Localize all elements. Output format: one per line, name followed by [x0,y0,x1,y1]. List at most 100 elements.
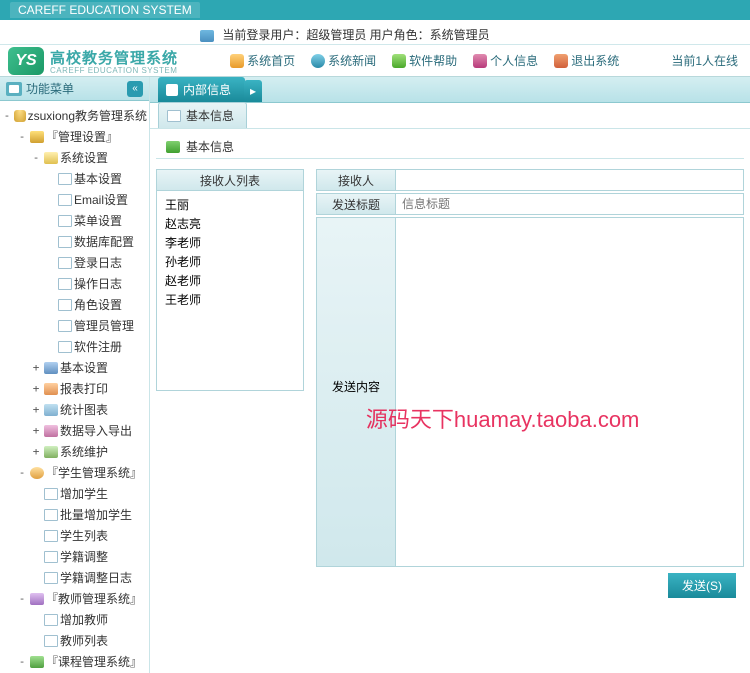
page-icon [58,194,72,206]
page-icon [166,84,178,96]
nav-news[interactable]: 系统新闻 [311,52,376,69]
logo-title: 高校教务管理系统 [50,50,178,67]
tree-leaf[interactable]: 批量增加学生 [2,504,147,525]
page-icon [58,257,72,269]
menu-icon [6,82,22,96]
tab-bar: 内部信息 ▸ [150,77,750,103]
tree-sys-settings[interactable]: -系统设置 [2,147,147,168]
page-icon [58,341,72,353]
tree-report-print[interactable]: +报表打印 [2,378,147,399]
nav-home[interactable]: 系统首页 [230,52,295,69]
body-textarea[interactable] [396,217,744,567]
content-area: 内部信息 ▸ 基本信息 基本信息 接收人列表 王丽 赵志亮 李老师 孙老师 赵老… [150,77,750,673]
body-label: 发送内容 [316,217,396,567]
page-icon [58,320,72,332]
sidebar-collapse-button[interactable]: « [127,81,143,97]
header: YS 高校教务管理系统 CAREFF EDUCATION SYSTEM 系统首页… [0,45,750,77]
recipient-item[interactable]: 李老师 [165,233,295,252]
page-icon [58,278,72,290]
to-input[interactable] [396,169,744,191]
recipient-item[interactable]: 赵老师 [165,271,295,290]
browser-tab-bar: CAREFF EDUCATION SYSTEM [0,0,750,20]
nav-exit[interactable]: 退出系统 [554,52,619,69]
nav-profile[interactable]: 个人信息 [473,52,538,69]
logo-area: YS 高校教务管理系统 CAREFF EDUCATION SYSTEM [8,47,178,75]
page-icon [44,614,58,626]
tree-course-mgmt[interactable]: -『课程管理系统』 [2,651,147,672]
subject-input[interactable] [396,193,744,215]
page-icon [58,299,72,311]
help-icon [392,54,406,68]
tree-leaf[interactable]: 管理员管理 [2,315,147,336]
nav-links: 系统首页 系统新闻 软件帮助 个人信息 退出系统 [178,52,671,69]
tree-leaf[interactable]: 基本设置 [2,168,147,189]
subtab-basic-info[interactable]: 基本信息 [158,102,247,128]
course-icon [30,656,44,668]
page-icon [44,572,58,584]
tree-leaf[interactable]: 角色设置 [2,294,147,315]
tree-mgmt-settings[interactable]: -『管理设置』 [2,126,147,147]
recipient-item[interactable]: 王老师 [165,290,295,309]
print-icon [44,383,58,395]
globe-icon [311,54,325,68]
page-icon [44,488,58,500]
browser-tab-title: CAREFF EDUCATION SYSTEM [10,2,200,18]
logo-subtitle: CAREFF EDUCATION SYSTEM [50,66,178,75]
tree-leaf[interactable]: 数据库配置 [2,231,147,252]
database-icon [14,110,26,122]
tab-corner: ▸ [244,80,262,102]
tab-internal-info[interactable]: 内部信息 [158,77,245,102]
section-title: 基本信息 [156,135,744,159]
nav-tree: -zsuxiong教务管理系统 -『管理设置』 -系统设置 基本设置 Email… [0,101,149,673]
online-count: 当前1人在线 [671,52,742,69]
login-info-text: 当前登录用户：超级管理员 用户角色：系统管理员 [222,28,489,42]
tree-base-settings[interactable]: +基本设置 [2,357,147,378]
sidebar-title: 功能菜单 [26,80,74,97]
tree-leaf[interactable]: 教师列表 [2,630,147,651]
tree-stat-chart[interactable]: +统计图表 [2,399,147,420]
logo-mark: YS [8,47,44,75]
info-icon [200,30,214,42]
recipient-list-header: 接收人列表 [156,169,304,191]
recipient-item[interactable]: 赵志亮 [165,214,295,233]
teacher-icon [30,593,44,605]
tree-leaf[interactable]: 增加教师 [2,609,147,630]
exit-icon [554,54,568,68]
recipient-list[interactable]: 王丽 赵志亮 李老师 孙老师 赵老师 王老师 [156,191,304,391]
import-icon [44,425,58,437]
settings-icon [44,362,58,374]
recipient-item[interactable]: 孙老师 [165,252,295,271]
folder-open-icon [44,152,58,164]
wrench-icon [44,446,58,458]
tree-leaf[interactable]: 登录日志 [2,252,147,273]
tree-student-mgmt[interactable]: -『学生管理系统』 [2,462,147,483]
tree-root[interactable]: -zsuxiong教务管理系统 [2,105,147,126]
recipient-item[interactable]: 王丽 [165,195,295,214]
tree-leaf[interactable]: 操作日志 [2,273,147,294]
tree-leaf[interactable]: 菜单设置 [2,210,147,231]
tree-leaf[interactable]: Email设置 [2,189,147,210]
tree-sys-maint[interactable]: +系统维护 [2,441,147,462]
subtab-bar: 基本信息 [150,103,750,129]
subject-label: 发送标题 [316,193,396,215]
to-label: 接收人 [316,169,396,191]
tree-leaf[interactable]: 学籍调整 [2,546,147,567]
user-group-icon [30,467,44,479]
folder-icon [30,131,44,143]
sidebar: 功能菜单 « -zsuxiong教务管理系统 -『管理设置』 -系统设置 基本设… [0,77,150,673]
nav-help[interactable]: 软件帮助 [392,52,457,69]
tree-leaf[interactable]: 学生列表 [2,525,147,546]
page-icon [58,236,72,248]
tree-leaf[interactable]: 增加学生 [2,483,147,504]
tree-leaf[interactable]: 学籍调整日志 [2,567,147,588]
tree-teacher-mgmt[interactable]: -『教师管理系统』 [2,588,147,609]
page-icon [167,110,181,122]
home-icon [230,54,244,68]
send-button[interactable]: 发送(S) [668,573,736,598]
page-icon [58,173,72,185]
page-icon [58,215,72,227]
page-icon [44,509,58,521]
page-icon [44,635,58,647]
tree-leaf[interactable]: 软件注册 [2,336,147,357]
tree-data-io[interactable]: +数据导入导出 [2,420,147,441]
